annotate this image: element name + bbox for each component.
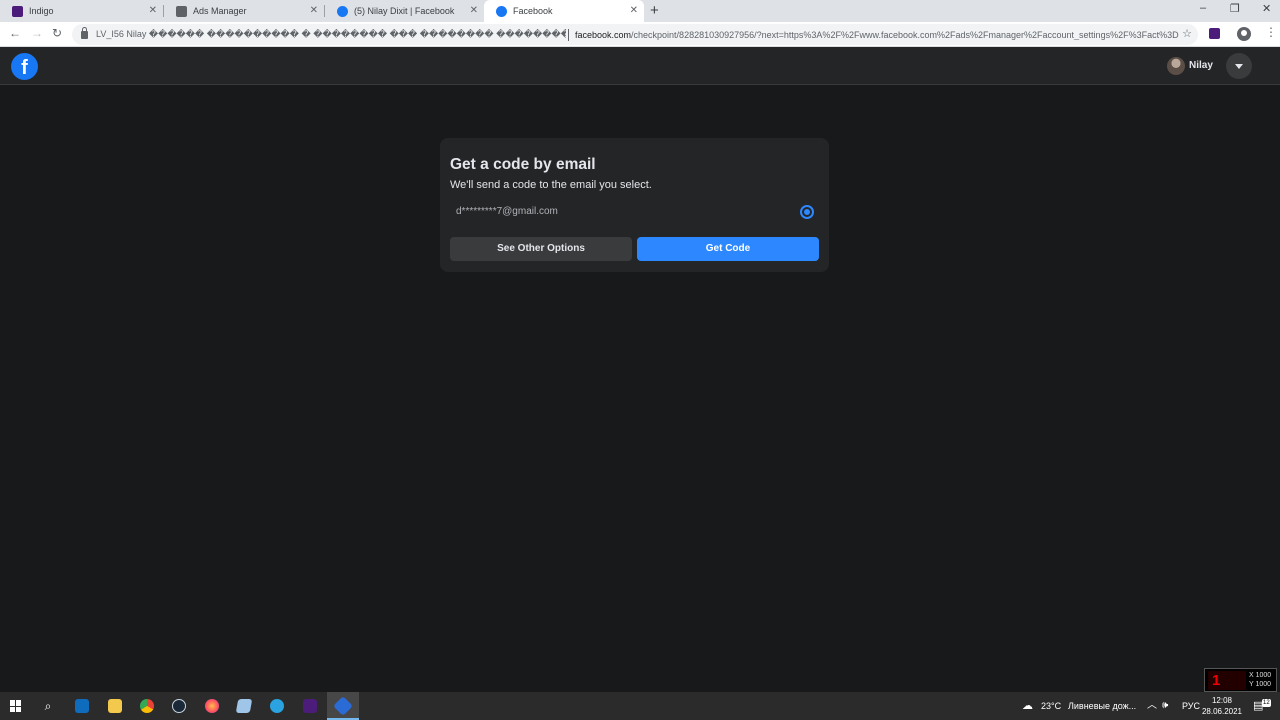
taskbar-indigo[interactable]: [294, 692, 326, 720]
notes-icon: [235, 699, 253, 713]
email-option-label[interactable]: d*********7@gmail.com: [456, 206, 558, 217]
tray-chevron-up-icon[interactable]: ︿: [1147, 692, 1157, 720]
minimize-button[interactable]: –: [1200, 2, 1206, 14]
taskbar-mail[interactable]: [66, 692, 98, 720]
volume-icon[interactable]: 🕪: [1162, 692, 1168, 720]
windows-start-icon: [10, 700, 22, 712]
overlay-x: X 1000: [1249, 672, 1272, 679]
tab-facebook[interactable]: Facebook ✕: [484, 0, 644, 22]
browser-toolbar: ← → ↻ LV_I56 Nilay ������ ���������� � �…: [0, 22, 1280, 47]
maximize-button[interactable]: ❐: [1230, 2, 1240, 15]
see-other-options-button[interactable]: See Other Options: [450, 237, 632, 261]
close-tab-icon[interactable]: ✕: [630, 5, 638, 16]
taskbar-chrome[interactable]: [131, 692, 163, 720]
telegram-icon: [270, 699, 284, 713]
search-icon: ⌕: [44, 698, 52, 713]
bookmark-star-icon[interactable]: ☆: [1182, 27, 1192, 40]
tab-title: Facebook: [513, 6, 553, 16]
tab-title: Ads Manager: [193, 6, 247, 16]
indigo-browser-icon: [333, 696, 353, 716]
taskbar-file-explorer[interactable]: [99, 692, 131, 720]
code-by-email-card: Get a code by email We'll send a code to…: [440, 138, 829, 272]
taskbar-indigo-browser[interactable]: [327, 692, 359, 720]
steam-icon: [172, 699, 186, 713]
close-tab-icon[interactable]: ✕: [310, 5, 318, 16]
tab-nilay-facebook[interactable]: (5) Nilay Dixit | Facebook ✕: [325, 0, 484, 22]
mail-icon: [75, 699, 89, 713]
divider: [568, 28, 569, 41]
url-path: /checkpoint/828281030927956/?next=https%…: [631, 29, 1179, 40]
firefox-icon: [205, 699, 219, 713]
back-button[interactable]: ←: [9, 26, 21, 40]
close-tab-icon[interactable]: ✕: [470, 5, 478, 16]
weather-cloud-icon[interactable]: ☁: [1022, 692, 1033, 720]
indigo-icon: [303, 699, 317, 713]
address-bar[interactable]: LV_I56 Nilay ������ ���������� � �������…: [72, 24, 1198, 45]
weather-text[interactable]: Ливневые дож...: [1068, 692, 1136, 720]
new-tab-button[interactable]: +: [650, 2, 659, 19]
close-tab-icon[interactable]: ✕: [149, 5, 157, 16]
page-title-text: LV_I56 Nilay ������ ���������� � �������…: [96, 29, 566, 39]
account-menu-button[interactable]: [1226, 53, 1252, 79]
facebook-header: f Nilay: [0, 47, 1280, 85]
tab-title: (5) Nilay Dixit | Facebook: [354, 6, 455, 16]
card-subtitle: We'll send a code to the email you selec…: [450, 179, 652, 191]
notification-count: 12: [1262, 699, 1271, 707]
facebook-logo[interactable]: f: [11, 53, 38, 80]
overlay-coords: X 1000 Y 1000: [1249, 671, 1271, 689]
forward-button[interactable]: →: [31, 26, 43, 40]
indigo-extension-icon[interactable]: [1209, 28, 1220, 39]
card-title: Get a code by email: [450, 156, 596, 173]
url-text[interactable]: facebook.com/checkpoint/828281030927956/…: [575, 30, 1195, 40]
start-button[interactable]: [0, 692, 32, 720]
clock-time: 12:08: [1211, 696, 1233, 705]
ads-manager-icon: [176, 5, 187, 17]
clock-date: 28.06.2021: [1201, 707, 1243, 716]
reload-button[interactable]: ↻: [52, 26, 62, 40]
browser-tab-strip: Indigo ✕ Ads Manager ✕ (5) Nilay Dixit |…: [0, 0, 1280, 22]
weather-temp[interactable]: 23°C: [1041, 692, 1061, 720]
taskbar-telegram[interactable]: [261, 692, 293, 720]
get-code-button[interactable]: Get Code: [637, 237, 819, 261]
lock-icon: [81, 26, 88, 39]
file-explorer-icon: [108, 699, 122, 713]
taskbar-notes[interactable]: [228, 692, 260, 720]
facebook-icon: [337, 5, 348, 17]
tab-ads-manager[interactable]: Ads Manager ✕: [164, 0, 324, 22]
chrome-icon: [140, 699, 154, 713]
overlay-counter: 1: [1208, 671, 1246, 690]
avatar[interactable]: [1167, 57, 1185, 75]
user-name[interactable]: Nilay: [1189, 60, 1213, 71]
search-button[interactable]: ⌕: [32, 692, 64, 720]
windows-taskbar: ⌕ ☁ 23°C Ливневые дож... ︿ 🕪 РУС 12:08 2…: [0, 692, 1280, 720]
more-menu-icon[interactable]: ⋮: [1265, 26, 1277, 38]
facebook-icon: [496, 5, 507, 17]
tab-title: Indigo: [29, 6, 54, 16]
close-window-button[interactable]: ✕: [1262, 2, 1271, 15]
indigo-icon: [12, 5, 23, 17]
taskbar-steam[interactable]: [163, 692, 195, 720]
coordinate-overlay: 1 X 1000 Y 1000: [1204, 668, 1277, 692]
clock[interactable]: 12:08 28.06.2021: [1198, 695, 1246, 717]
email-radio-button[interactable]: [800, 205, 814, 219]
taskbar-firefox[interactable]: [196, 692, 228, 720]
url-host: facebook.com: [575, 29, 632, 40]
overlay-y: Y 1000: [1249, 681, 1272, 688]
profile-icon[interactable]: [1237, 27, 1251, 41]
tab-indigo[interactable]: Indigo ✕: [0, 0, 163, 22]
